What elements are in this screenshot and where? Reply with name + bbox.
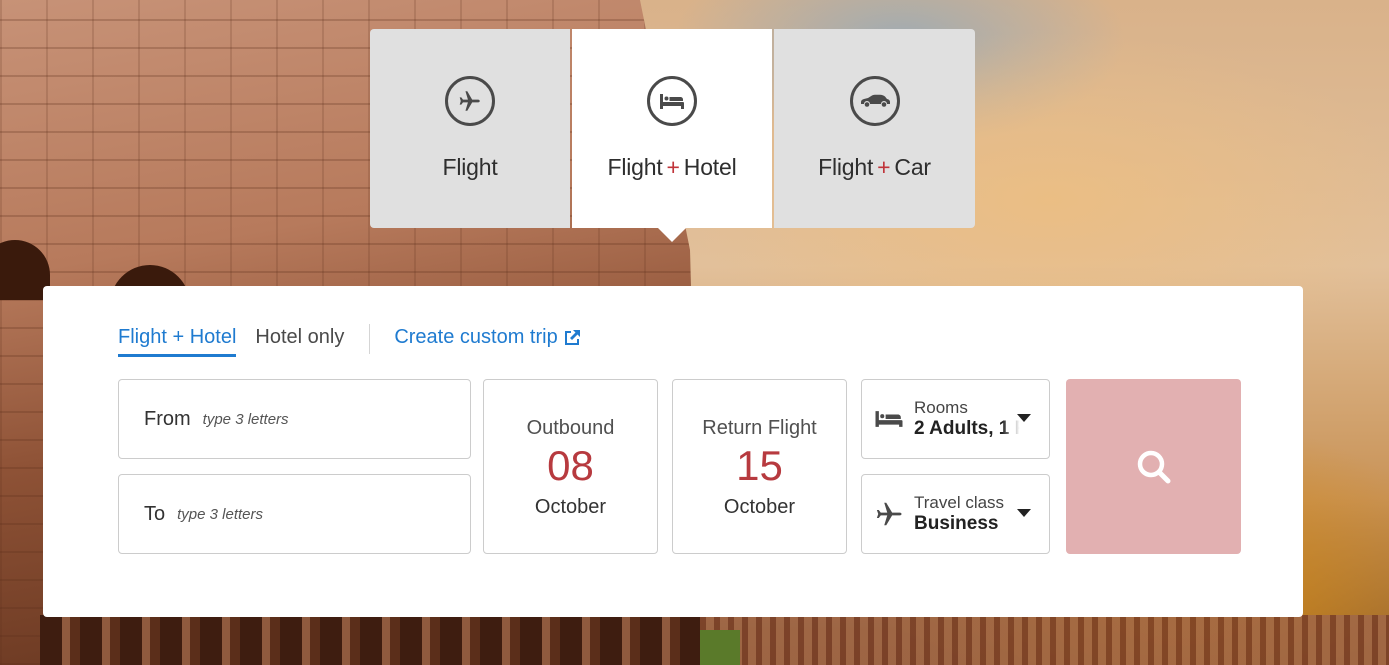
to-input[interactable] [177, 505, 398, 523]
rooms-label: Rooms [914, 398, 968, 417]
external-link-icon [564, 329, 580, 345]
tab-flight-car[interactable]: Flight + Car [774, 29, 975, 228]
bed-icon [647, 76, 697, 126]
outbound-title: Outbound [526, 417, 615, 439]
plus-sign: + [666, 154, 680, 180]
plus-sign: + [877, 154, 891, 180]
from-field[interactable]: From [118, 379, 471, 459]
product-tabs: Flight Flight + Hotel Flight + Car [370, 29, 975, 228]
search-subtabs: Flight + Hotel Hotel only Create custom … [118, 324, 581, 358]
outbound-day: 08 [547, 442, 594, 489]
background-grass [700, 630, 740, 665]
tab-label: Flight + Hotel [608, 154, 737, 181]
subtab-flight-hotel[interactable]: Flight + Hotel [118, 326, 237, 357]
return-title: Return Flight [702, 417, 817, 439]
background-columns [40, 615, 700, 665]
custom-trip-label: Create custom trip [394, 326, 558, 348]
tab-label: Flight [442, 154, 497, 181]
search-card: Flight + Hotel Hotel only Create custom … [43, 286, 1303, 617]
rooms-select[interactable]: Rooms 2 Adults, 1 Room [861, 379, 1050, 459]
car-icon [849, 76, 900, 126]
rooms-text: Rooms 2 Adults, 1 Room [914, 398, 1024, 440]
subtab-divider [369, 324, 371, 354]
tab-label-text: Car [894, 154, 931, 180]
travel-class-text: Travel class Business [914, 493, 1024, 535]
travel-class-select[interactable]: Travel class Business [861, 474, 1050, 554]
background-ruins [700, 615, 1389, 665]
to-field[interactable]: To [118, 474, 471, 554]
to-label: To [144, 502, 166, 525]
return-day: 15 [736, 442, 783, 489]
tab-flight-hotel[interactable]: Flight + Hotel [572, 29, 772, 228]
tab-label-text: Flight [442, 154, 498, 180]
outbound-month: October [534, 496, 607, 518]
airplane-icon [445, 76, 495, 126]
search-button[interactable] [1066, 379, 1241, 554]
bed-icon [872, 410, 906, 428]
chevron-down-icon [1017, 414, 1031, 422]
from-label: From [144, 407, 191, 430]
create-custom-trip-link[interactable]: Create custom trip [394, 326, 580, 349]
return-date-picker[interactable]: Return Flight 15 October [672, 379, 847, 554]
return-month: October [723, 496, 796, 518]
search-icon [1137, 450, 1170, 483]
subtab-hotel-only[interactable]: Hotel only [255, 326, 344, 354]
travel-class-label: Travel class [914, 493, 1005, 512]
tab-label-text: Flight [607, 154, 663, 180]
tab-label: Flight + Car [818, 154, 931, 181]
tab-label-text: Flight [818, 154, 874, 180]
travel-class-value: Business [914, 513, 999, 534]
outbound-date-picker[interactable]: Outbound 08 October [483, 379, 658, 554]
tab-label-text: Hotel [683, 154, 737, 180]
from-input[interactable] [202, 410, 423, 428]
tab-flight[interactable]: Flight [370, 29, 570, 228]
chevron-down-icon [1017, 509, 1031, 517]
rooms-value: 2 Adults, 1 Room [914, 418, 1024, 439]
airplane-icon [872, 499, 906, 529]
